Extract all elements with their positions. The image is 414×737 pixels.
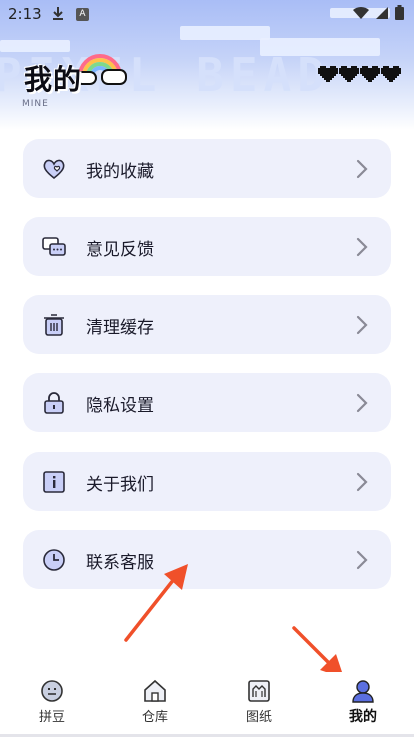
menu-item-label: 隐私设置 — [86, 396, 154, 416]
tab-mine[interactable]: 我的 — [333, 678, 393, 726]
profile-header: PIXEL BEAD 2:13 A 我的 MINE — [0, 0, 414, 130]
heart-icon — [318, 66, 338, 82]
info-icon — [43, 471, 65, 493]
heart-icon — [339, 66, 359, 82]
tab-label: 拼豆 — [38, 710, 65, 725]
annotation-arrow — [124, 564, 188, 642]
menu-item-about[interactable]: 关于我们 — [23, 452, 391, 511]
status-bar: 2:13 A — [0, 0, 414, 30]
bottom-tab-bar: 拼豆 仓库 图纸 我的 — [0, 672, 414, 737]
chevron-right-icon — [356, 159, 368, 179]
trash-icon — [44, 314, 64, 336]
chevron-right-icon — [356, 315, 368, 335]
warehouse-icon — [144, 679, 166, 702]
status-time: 2:13 — [8, 5, 42, 23]
tab-label: 图纸 — [245, 710, 272, 725]
signal-icon — [376, 6, 388, 19]
tab-label: 我的 — [349, 709, 377, 725]
menu-item-label: 我的收藏 — [86, 162, 154, 182]
tab-warehouse[interactable]: 仓库 — [125, 678, 185, 725]
page-title: 我的 — [24, 63, 83, 96]
tab-patterns[interactable]: 图纸 — [229, 678, 289, 725]
menu-item-feedback[interactable]: 意见反馈 — [23, 217, 391, 276]
chevron-right-icon — [356, 393, 368, 413]
pattern-icon — [248, 680, 270, 702]
heart-chat-icon — [43, 159, 65, 180]
download-icon — [52, 6, 64, 24]
user-icon — [352, 680, 374, 703]
pixel-hearts — [318, 66, 401, 82]
menu-item-label: 清理缓存 — [86, 318, 154, 338]
rainbow-cloud-icon — [75, 54, 127, 85]
menu-item-clear-cache[interactable]: 清理缓存 — [23, 295, 391, 354]
tab-pindou[interactable]: 拼豆 — [22, 678, 82, 725]
battery-icon — [395, 5, 404, 20]
heart-icon — [360, 66, 380, 82]
wifi-icon — [353, 6, 369, 19]
feedback-chat-icon — [42, 237, 66, 256]
tab-label: 仓库 — [141, 710, 168, 725]
menu-item-label: 关于我们 — [86, 475, 154, 495]
notification-badge-icon: A — [76, 8, 89, 21]
status-indicators — [353, 5, 404, 20]
page-subtitle: MINE — [22, 99, 49, 109]
chevron-right-icon — [356, 237, 368, 257]
chevron-right-icon — [356, 550, 368, 570]
heart-icon — [381, 66, 401, 82]
menu-item-privacy[interactable]: 隐私设置 — [23, 373, 391, 432]
lock-icon — [44, 392, 64, 414]
chevron-right-icon — [356, 472, 368, 492]
clock-icon — [43, 549, 65, 571]
bean-face-icon — [41, 680, 63, 702]
menu-item-label: 意见反馈 — [86, 240, 154, 260]
menu-item-customer-service[interactable]: 联系客服 — [23, 530, 391, 589]
menu-item-favorites[interactable]: 我的收藏 — [23, 139, 391, 198]
